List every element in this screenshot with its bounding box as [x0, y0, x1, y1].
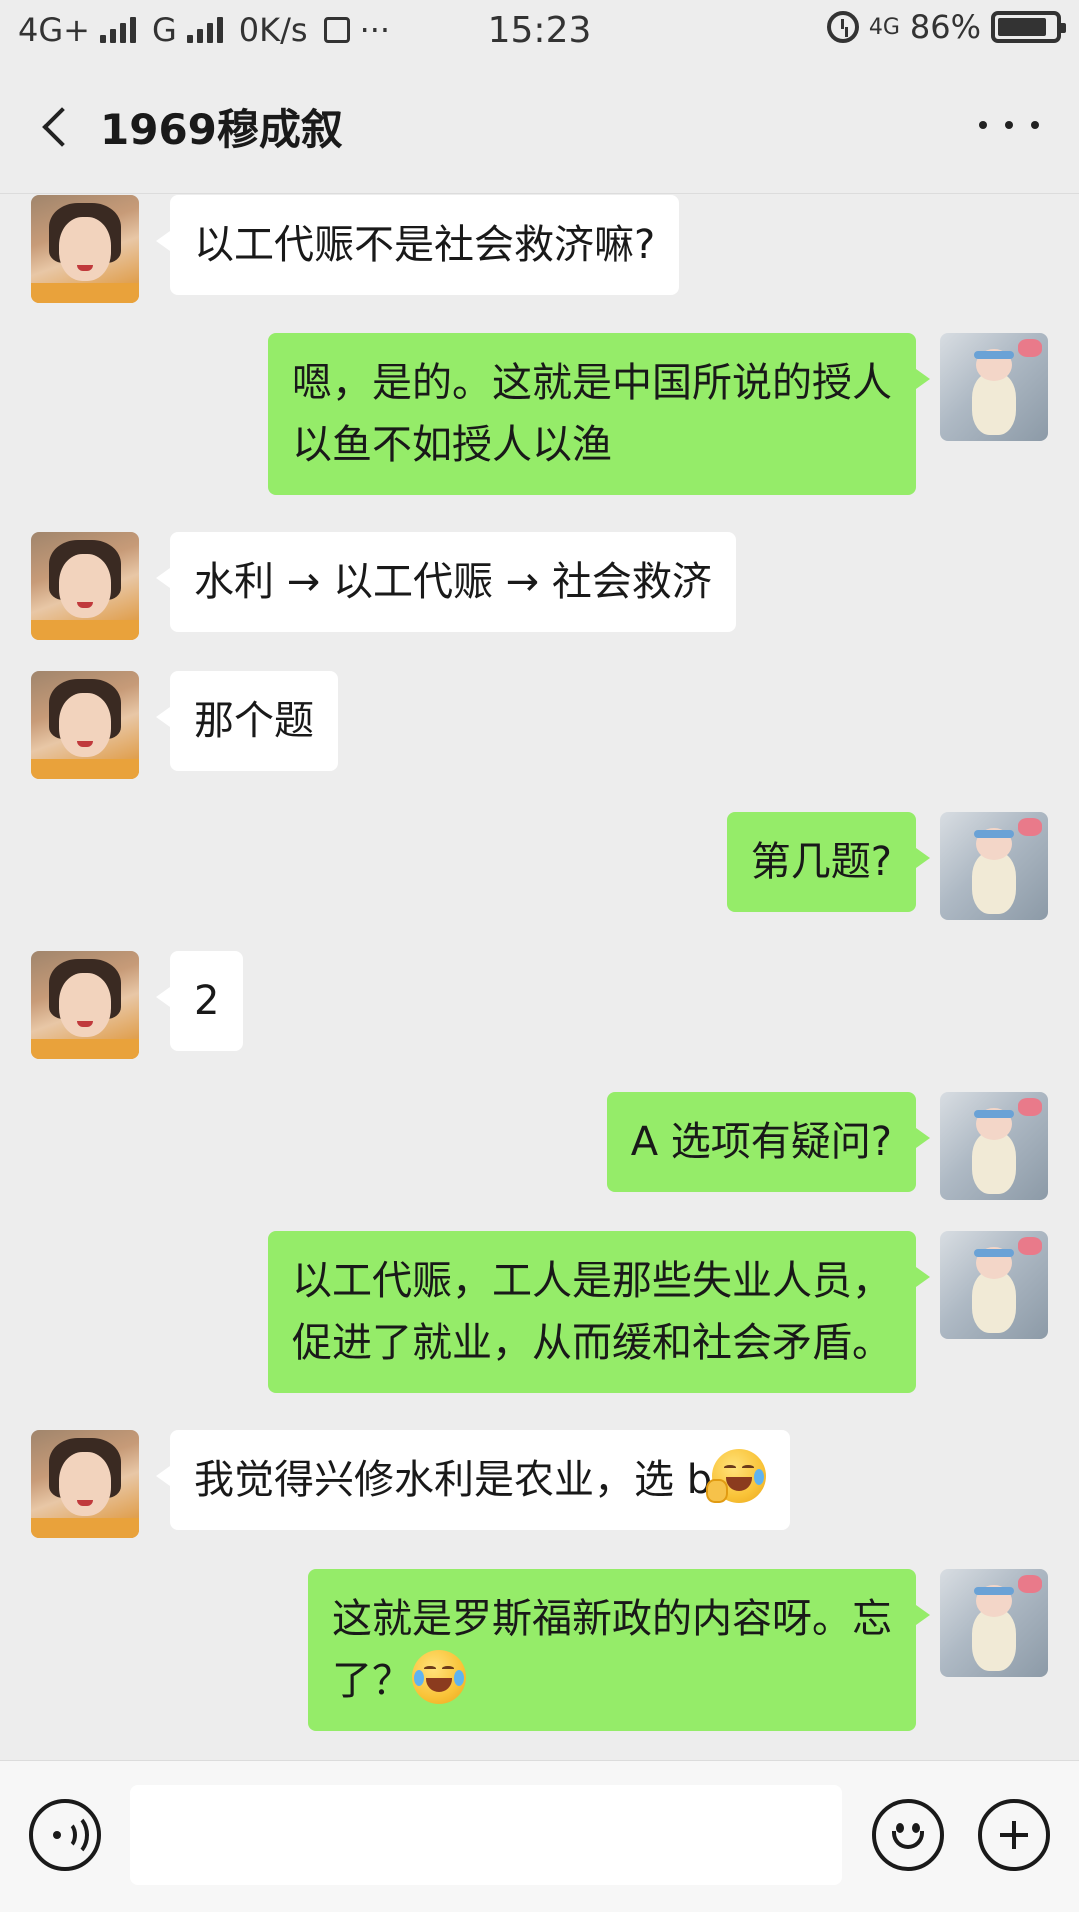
message-text: 我觉得兴修水利是农业，选 b [194, 1457, 713, 1503]
tears-of-joy-emoji-icon [412, 1650, 466, 1704]
my-avatar[interactable] [940, 333, 1048, 441]
received-message-bubble[interactable]: 2 [155, 951, 244, 1051]
laughing-emoji-icon [706, 1449, 767, 1503]
network-speed: 0K/s [238, 11, 308, 49]
contact-avatar[interactable] [31, 532, 139, 640]
contact-avatar[interactable] [31, 951, 139, 1059]
received-message-bubble[interactable]: 水利 → 以工代赈 → 社会救济 [156, 532, 736, 632]
status-right: 4G 86% [826, 8, 1066, 46]
received-message-bubble[interactable]: 那个题 [156, 671, 338, 771]
network-type-3: 4G [868, 14, 900, 40]
message-list[interactable]: 以工代赈不是社会救济嘛? 嗯，是的。这就是中国所说的授人 以鱼不如授人以渔 水利… [0, 195, 1079, 1760]
chat-header: 1969穆成叙 [0, 60, 1079, 194]
more-options-button[interactable] [979, 110, 1039, 140]
received-message-bubble[interactable]: 我觉得兴修水利是农业，选 b [155, 1430, 791, 1530]
signal-icon [99, 17, 136, 43]
my-avatar[interactable] [940, 1092, 1048, 1200]
chevron-left-icon [42, 106, 82, 147]
signal-icon-2 [186, 17, 223, 43]
my-avatar[interactable] [940, 812, 1048, 920]
screenshot-icon [323, 17, 350, 43]
sent-message-bubble[interactable]: A 选项有疑问? [606, 1092, 931, 1192]
sent-message-bubble[interactable]: 以工代赈，工人是那些失业人员， 促进了就业，从而缓和社会矛盾。 [268, 1231, 930, 1393]
more-status: ··· [359, 11, 391, 49]
my-avatar[interactable] [940, 1569, 1048, 1677]
message-input[interactable] [130, 1785, 842, 1885]
status-left: 4G+ G 0K/s ··· [18, 11, 390, 49]
battery-level: 86% [909, 8, 981, 46]
network-type-2: G [151, 11, 177, 49]
contact-avatar[interactable] [31, 671, 139, 779]
contact-avatar[interactable] [31, 195, 139, 303]
contact-avatar[interactable] [31, 1430, 139, 1538]
emoji-button[interactable] [872, 1799, 944, 1871]
network-type-1: 4G+ [18, 11, 90, 49]
back-button[interactable] [10, 60, 100, 194]
status-bar: 4G+ G 0K/s ··· 15:23 4G 86% [0, 0, 1079, 60]
battery-icon [991, 11, 1066, 43]
voice-input-button[interactable] [29, 1799, 101, 1871]
more-icon-dot [1031, 121, 1039, 129]
received-message-bubble[interactable]: 以工代赈不是社会救济嘛? [155, 195, 680, 295]
sent-message-bubble[interactable]: 这就是罗斯福新政的内容呀。忘 了？ [308, 1569, 930, 1731]
more-icon-dot [979, 121, 987, 129]
sent-message-bubble[interactable]: 嗯，是的。这就是中国所说的授人 以鱼不如授人以渔 [268, 333, 930, 495]
more-icon-dot [1005, 121, 1013, 129]
chat-title: 1969穆成叙 [100, 105, 343, 154]
sent-message-bubble[interactable]: 第几题? [726, 812, 931, 912]
more-functions-button[interactable] [978, 1799, 1050, 1871]
input-bar [0, 1760, 1079, 1912]
alarm-icon [826, 11, 859, 43]
my-avatar[interactable] [940, 1231, 1048, 1339]
